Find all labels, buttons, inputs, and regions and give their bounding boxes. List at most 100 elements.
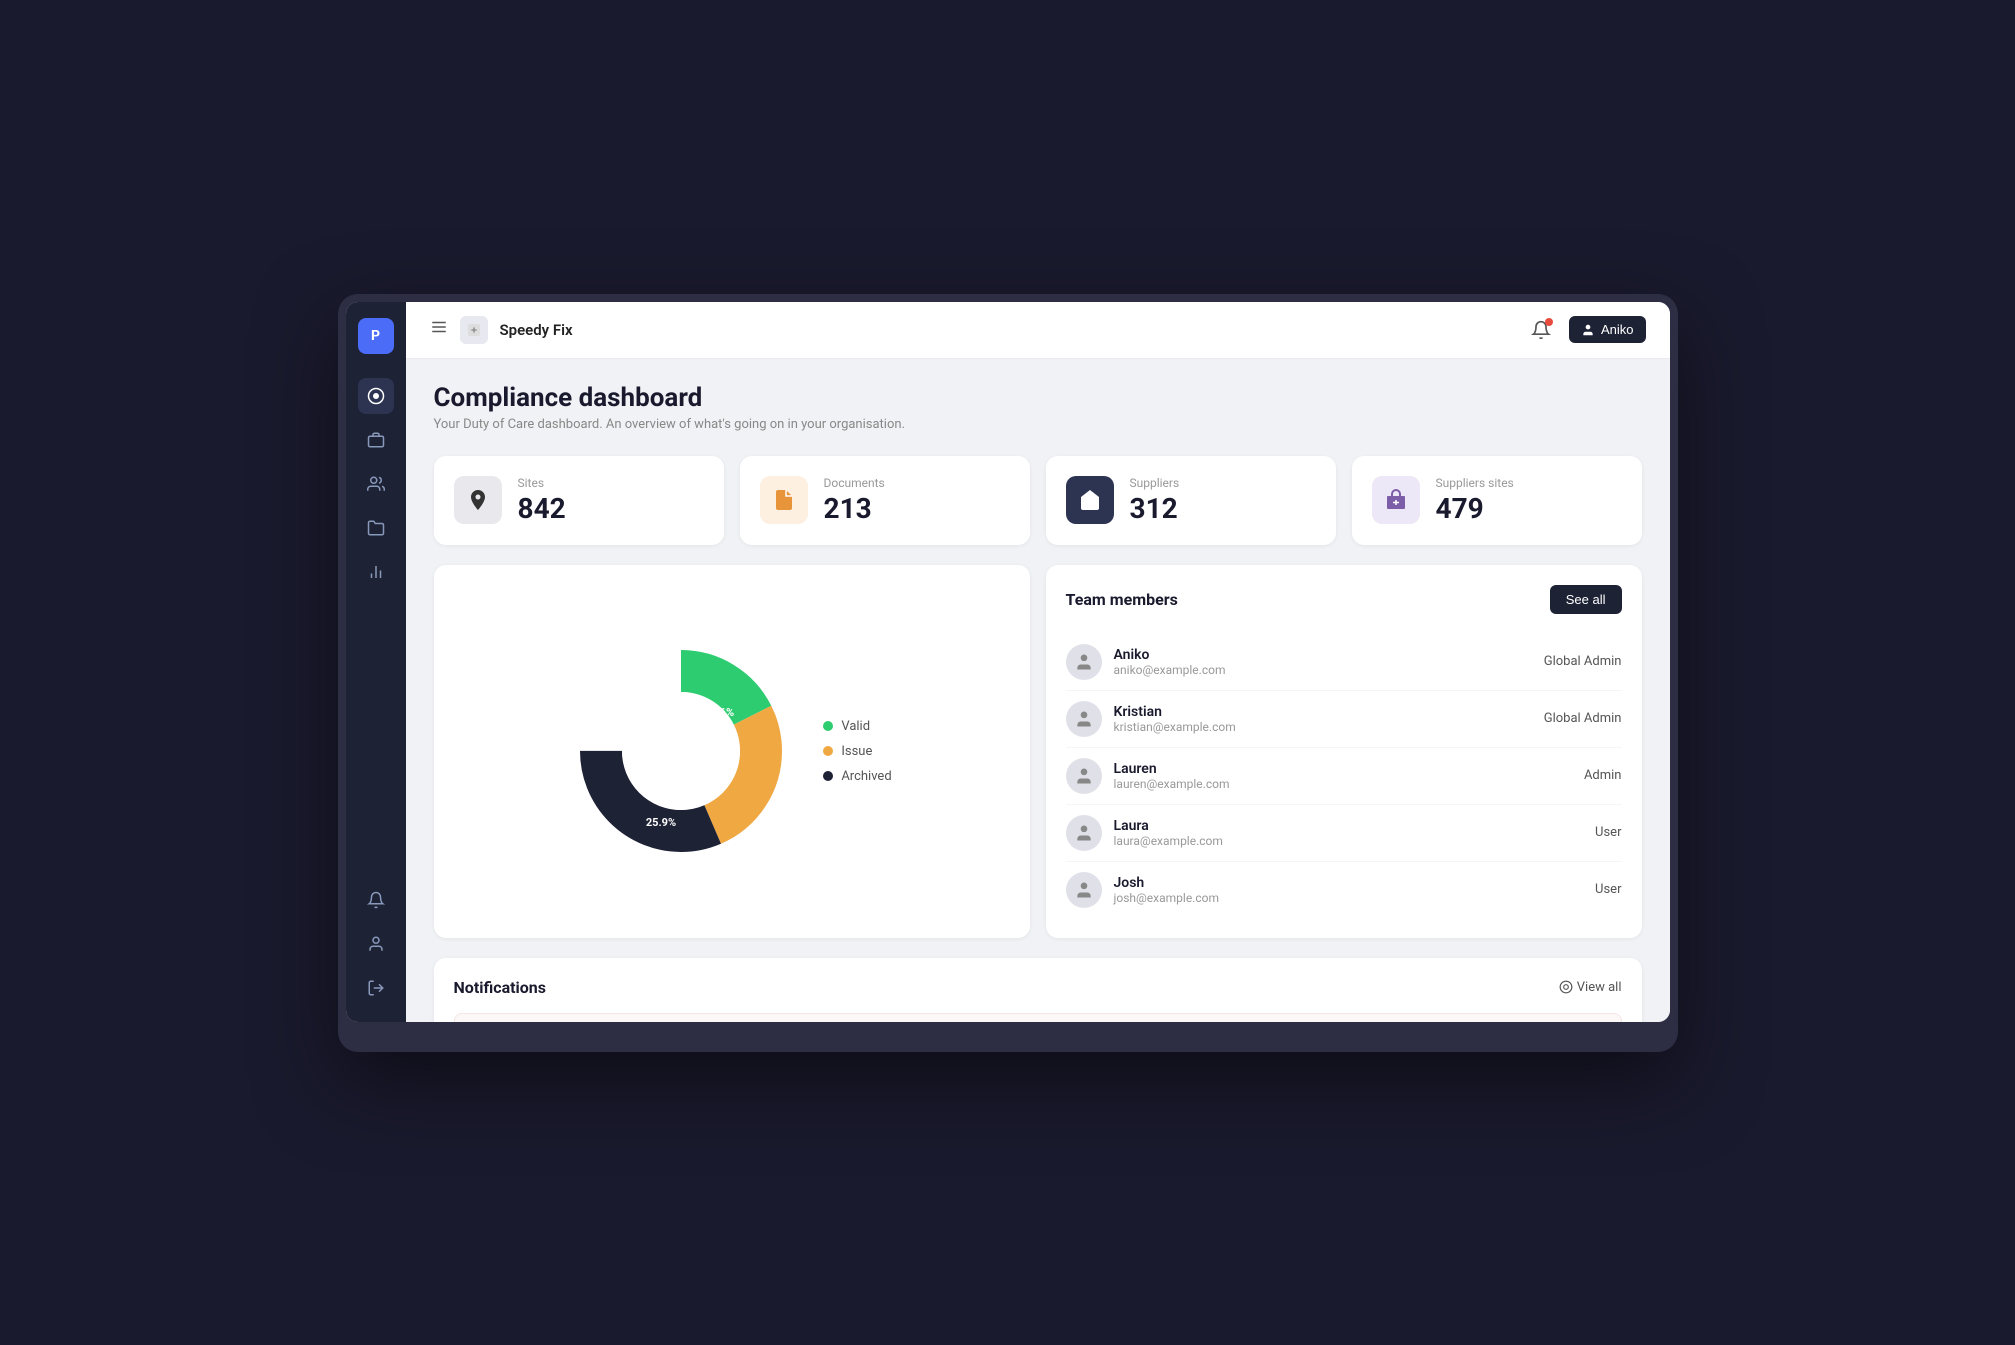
member-info-kristian: Kristian kristian@example.com <box>1114 704 1544 734</box>
member-email-josh: josh@example.com <box>1114 891 1596 905</box>
team-member-3: Laura laura@example.com User <box>1066 805 1622 862</box>
team-member-0: Aniko aniko@example.com Global Admin <box>1066 634 1622 691</box>
member-role-kristian: Global Admin <box>1544 711 1622 726</box>
sidebar-item-reports[interactable] <box>358 554 394 590</box>
member-info-josh: Josh josh@example.com <box>1114 875 1596 905</box>
chart-legend: Valid Issue Archived <box>823 719 891 784</box>
member-name-aniko: Aniko <box>1114 647 1544 663</box>
sidebar-item-dashboard[interactable] <box>358 378 394 414</box>
member-info-aniko: Aniko aniko@example.com <box>1114 647 1544 677</box>
sidebar-item-briefcase[interactable] <box>358 422 394 458</box>
member-info-lauren: Lauren lauren@example.com <box>1114 761 1584 791</box>
team-member-2: Lauren lauren@example.com Admin <box>1066 748 1622 805</box>
stats-row: Sites 842 Documents 213 <box>434 456 1642 545</box>
user-menu-button[interactable]: Aniko <box>1569 316 1646 343</box>
member-info-laura: Laura laura@example.com <box>1114 818 1596 848</box>
sidebar-logo: P <box>358 318 394 354</box>
notification-dot <box>1545 318 1553 326</box>
legend-issue: Issue <box>823 744 891 759</box>
documents-value: 213 <box>824 492 885 525</box>
sites-icon <box>454 476 502 524</box>
view-all-label: View all <box>1577 980 1622 995</box>
supplier-sites-info: Suppliers sites 479 <box>1436 476 1514 525</box>
team-header: Team members See all <box>1066 585 1622 614</box>
header-logo <box>460 316 488 344</box>
supplier-sites-icon <box>1372 476 1420 524</box>
team-member-4: Josh josh@example.com User <box>1066 862 1622 918</box>
member-email-kristian: kristian@example.com <box>1114 720 1544 734</box>
member-avatar-laura <box>1066 815 1102 851</box>
member-avatar-lauren <box>1066 758 1102 794</box>
member-avatar-josh <box>1066 872 1102 908</box>
sidebar-item-folder[interactable] <box>358 510 394 546</box>
legend-archived-dot <box>823 771 833 781</box>
page-subtitle: Your Duty of Care dashboard. An overview… <box>434 417 1642 432</box>
member-avatar-aniko <box>1066 644 1102 680</box>
svg-text:42.6%: 42.6% <box>704 706 734 719</box>
donut-chart: 42.6% 25.9% 31.5% <box>571 641 791 861</box>
stat-card-suppliers: Suppliers 312 <box>1046 456 1336 545</box>
stat-card-supplier-sites: Suppliers sites 479 <box>1352 456 1642 545</box>
team-members-list: Aniko aniko@example.com Global Admin <box>1066 634 1622 918</box>
page-title: Compliance dashboard <box>434 383 1642 413</box>
see-all-button[interactable]: See all <box>1550 585 1622 614</box>
header: Speedy Fix Aniko <box>406 302 1670 359</box>
supplier-sites-label: Suppliers sites <box>1436 476 1514 490</box>
suppliers-value: 312 <box>1130 492 1180 525</box>
sidebar: P <box>346 302 406 1022</box>
main-content: Speedy Fix Aniko Compliance dashboard Yo… <box>406 302 1670 1022</box>
member-role-josh: User <box>1595 882 1621 897</box>
sidebar-item-logout[interactable] <box>358 970 394 1006</box>
documents-label: Documents <box>824 476 885 490</box>
legend-issue-dot <box>823 746 833 756</box>
legend-valid-label: Valid <box>841 719 870 734</box>
sites-label: Sites <box>518 476 566 490</box>
team-title: Team members <box>1066 590 1178 609</box>
svg-text:25.9%: 25.9% <box>646 816 676 829</box>
sidebar-item-team[interactable] <box>358 466 394 502</box>
notifications-card: Notifications View all ! Supplier certif… <box>434 958 1642 1022</box>
svg-text:31.5%: 31.5% <box>611 731 641 744</box>
suppliers-icon <box>1066 476 1114 524</box>
header-app-title: Speedy Fix <box>500 321 573 339</box>
member-role-lauren: Admin <box>1584 768 1622 783</box>
legend-archived-label: Archived <box>841 769 891 784</box>
sidebar-bottom <box>358 882 394 1006</box>
supplier-sites-value: 479 <box>1436 492 1514 525</box>
header-right: Aniko <box>1525 314 1646 346</box>
member-name-josh: Josh <box>1114 875 1596 891</box>
member-role-laura: User <box>1595 825 1621 840</box>
notifications-title: Notifications <box>454 978 547 997</box>
suppliers-label: Suppliers <box>1130 476 1180 490</box>
member-name-laura: Laura <box>1114 818 1596 834</box>
legend-archived: Archived <box>823 769 891 784</box>
sidebar-item-notifications[interactable] <box>358 882 394 918</box>
documents-info: Documents 213 <box>824 476 885 525</box>
member-email-aniko: aniko@example.com <box>1114 663 1544 677</box>
view-all-button[interactable]: View all <box>1559 980 1622 995</box>
legend-valid: Valid <box>823 719 891 734</box>
sidebar-item-profile[interactable] <box>358 926 394 962</box>
member-avatar-kristian <box>1066 701 1102 737</box>
main-grid: 42.6% 25.9% 31.5% Valid <box>434 565 1642 938</box>
member-name-kristian: Kristian <box>1114 704 1544 720</box>
member-email-laura: laura@example.com <box>1114 834 1596 848</box>
chart-card: 42.6% 25.9% 31.5% Valid <box>434 565 1030 938</box>
legend-issue-label: Issue <box>841 744 872 759</box>
dashboard-content: Compliance dashboard Your Duty of Care d… <box>406 359 1670 1022</box>
stat-card-sites: Sites 842 <box>434 456 724 545</box>
team-card: Team members See all Aniko aniko@exampl <box>1046 565 1642 938</box>
notification-item-0: ! Supplier certificate - Expiry notice (… <box>454 1013 1622 1022</box>
user-name: Aniko <box>1601 322 1634 337</box>
team-member-1: Kristian kristian@example.com Global Adm… <box>1066 691 1622 748</box>
legend-valid-dot <box>823 721 833 731</box>
suppliers-info: Suppliers 312 <box>1130 476 1180 525</box>
sites-value: 842 <box>518 492 566 525</box>
stat-card-documents: Documents 213 <box>740 456 1030 545</box>
menu-icon[interactable] <box>430 318 448 341</box>
member-name-lauren: Lauren <box>1114 761 1584 777</box>
sites-info: Sites 842 <box>518 476 566 525</box>
documents-icon <box>760 476 808 524</box>
member-role-aniko: Global Admin <box>1544 654 1622 669</box>
notification-button[interactable] <box>1525 314 1557 346</box>
